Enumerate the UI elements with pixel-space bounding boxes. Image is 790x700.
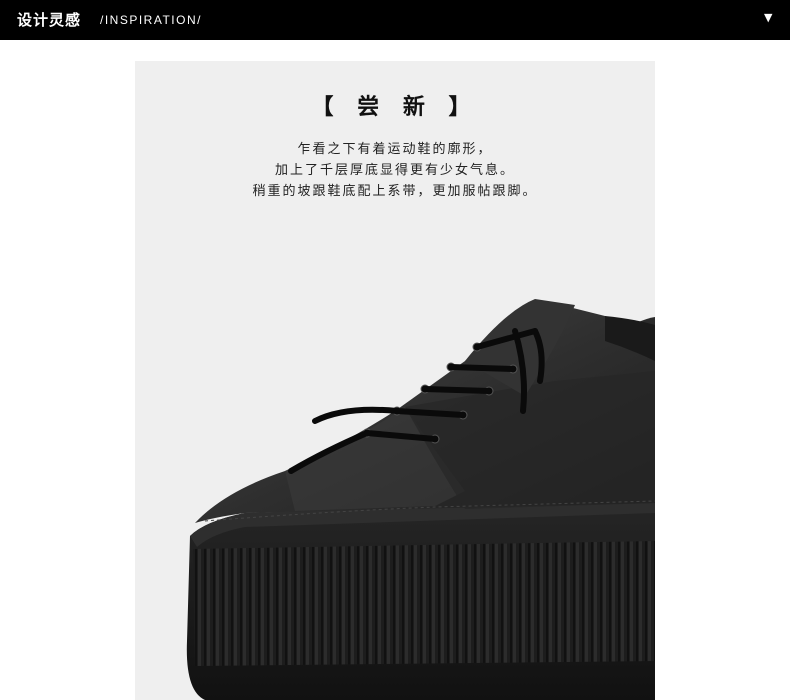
- description-line-1: 乍看之下有着运动鞋的廓形，: [297, 142, 493, 157]
- section-subtitle: /INSPIRATION/: [100, 13, 202, 27]
- panel-description: 乍看之下有着运动鞋的廓形， 加上了千层厚底显得更有少女气息。 稍重的坡跟鞋底配上…: [135, 139, 655, 202]
- description-line-2: 加上了千层厚底显得更有少女气息。: [274, 163, 515, 178]
- panel-heading: 【 尝 新 】: [311, 95, 479, 120]
- inspiration-panel: 【 尝 新 】 乍看之下有着运动鞋的廓形， 加上了千层厚底显得更有少女气息。 稍…: [135, 61, 655, 700]
- shoe-image: [186, 299, 655, 700]
- description-line-3: 稍重的坡跟鞋底配上系带，更加服帖跟脚。: [252, 184, 538, 199]
- section-title: 设计灵感: [17, 11, 82, 29]
- top-header-bar: 设计灵感 /INSPIRATION/ ▼: [0, 0, 790, 40]
- caret-down-icon[interactable]: ▼: [764, 11, 772, 24]
